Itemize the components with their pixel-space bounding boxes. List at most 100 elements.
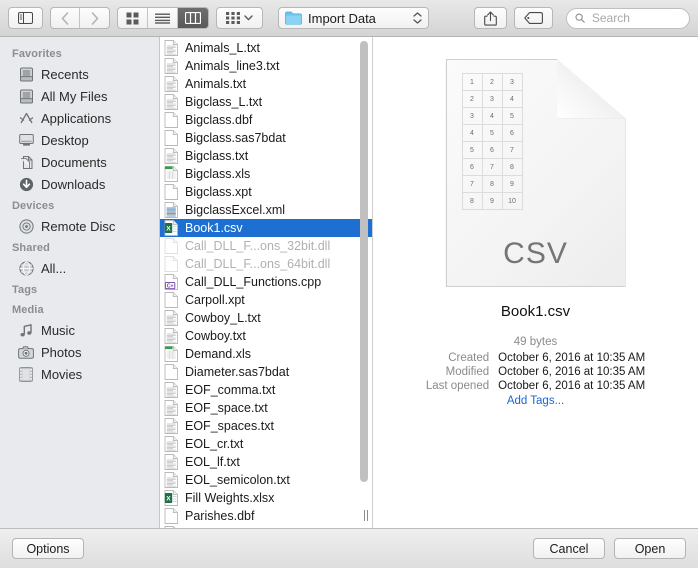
text-file-icon [164, 76, 179, 92]
column-view-button[interactable] [178, 8, 208, 28]
file-list-item[interactable]: Bigclass.txt [160, 147, 372, 165]
file-list-item[interactable]: Cowboy_L.txt [160, 309, 372, 327]
sidebar-item-all[interactable]: All... [0, 257, 159, 279]
file-list-item[interactable]: Parishes.shp [160, 525, 372, 528]
text-file-icon [164, 58, 179, 74]
sidebar-item-music[interactable]: Music [0, 319, 159, 341]
sidebar-item-label: All... [41, 260, 67, 276]
text-file-icon [164, 472, 179, 488]
sidebar-item-recents[interactable]: Recents [0, 63, 159, 85]
sidebar-item-documents[interactable]: Documents [0, 151, 159, 173]
column-scrollbar[interactable] [360, 41, 368, 516]
file-list-item[interactable]: Bigclass_L.txt [160, 93, 372, 111]
file-list-item[interactable]: BigclassExcel.xml [160, 201, 372, 219]
file-name-label: Fill Weights.xlsx [185, 491, 275, 505]
sidebar-item-movies[interactable]: Movies [0, 363, 159, 385]
file-list-item[interactable]: X Fill Weights.xlsx [160, 489, 372, 507]
scrollbar-thumb[interactable] [360, 41, 368, 482]
file-name-label: Bigclass.dbf [185, 113, 253, 127]
text-file-icon [164, 94, 179, 110]
file-list-item[interactable]: Bigclass.xpt [160, 183, 372, 201]
file-list-item[interactable]: EOF_spaces.txt [160, 417, 372, 435]
file-list-item[interactable]: Animals.txt [160, 75, 372, 93]
file-list-item[interactable]: EOF_space.txt [160, 399, 372, 417]
search-input[interactable] [589, 10, 682, 26]
preview-mini-grid: 1 2 3 2 3 4 3 4 5 4 5 6 5 6 7 6 7 8 7 8 9 8 9 10 [461, 73, 523, 210]
list-view-button[interactable] [148, 8, 178, 28]
file-name-label: Cowboy.txt [185, 329, 246, 343]
mini-grid-cell: 2 [481, 73, 503, 91]
file-name-label: Call_DLL_F...ons_64bit.dll [185, 257, 331, 271]
file-list-item[interactable]: Bigclass.dbf [160, 111, 372, 129]
file-list-item[interactable]: Animals_L.txt [160, 39, 372, 57]
file-name-label: Bigclass_L.txt [185, 95, 263, 109]
open-button[interactable]: Open [614, 538, 686, 559]
sidebar-item-downloads[interactable]: Downloads [0, 173, 159, 195]
sidebar-item-remote-disc[interactable]: Remote Disc [0, 215, 159, 237]
arrange-icon [226, 12, 240, 24]
camera-icon [18, 344, 34, 360]
preview-pane: 1 2 3 2 3 4 3 4 5 4 5 6 5 6 7 6 7 8 7 8 9 8 9 10 CSV Book1.csv … [373, 37, 698, 528]
svg-text:C+: C+ [167, 283, 174, 289]
chevron-right-icon [91, 11, 98, 25]
column-view-icon [185, 12, 201, 24]
mini-grid-row: 567 [461, 141, 523, 159]
arrange-button[interactable] [216, 7, 263, 29]
forward-button[interactable] [80, 8, 109, 28]
metadata-key: Created [448, 352, 490, 364]
file-list-item[interactable]: Bigclass.xls [160, 165, 372, 183]
sidebar-item-photos[interactable]: Photos [0, 341, 159, 363]
sidebar-item-applications[interactable]: Applications [0, 107, 159, 129]
file-list-item[interactable]: EOL_lf.txt [160, 453, 372, 471]
text-file-icon [164, 328, 179, 344]
column-resize-grip[interactable] [361, 508, 371, 522]
file-list-item[interactable]: Parishes.dbf [160, 507, 372, 525]
file-name-label: BigclassExcel.xml [185, 203, 286, 217]
mini-grid-cell: 6 [461, 158, 483, 176]
text-file-icon [164, 454, 179, 470]
text-file-icon [164, 148, 179, 164]
file-list-item[interactable]: EOF_comma.txt [160, 381, 372, 399]
file-list-item[interactable]: Demand.xls [160, 345, 372, 363]
icon-view-button[interactable] [118, 8, 148, 28]
bottom-action-buttons: Cancel Open [533, 538, 686, 559]
file-list-item[interactable]: Cowboy.txt [160, 327, 372, 345]
search-field[interactable] [566, 7, 691, 29]
file-list-item[interactable]: C+ Call_DLL_Functions.cpp [160, 273, 372, 291]
file-name-label: Bigclass.xls [185, 167, 251, 181]
add-tags-link[interactable]: Add Tags... [373, 395, 698, 407]
sidebar-item-label: Recents [41, 66, 89, 82]
file-list-item[interactable]: Diameter.sas7bdat [160, 363, 372, 381]
preview-file-name: Book1.csv [500, 303, 571, 320]
sidebar-item-all-my-files[interactable]: All My Files [0, 85, 159, 107]
mini-grid-cell: 6 [501, 124, 523, 142]
file-name-label: Demand.xls [185, 347, 251, 361]
options-button[interactable]: Options [12, 538, 84, 559]
sidebar-item-desktop[interactable]: Desktop [0, 129, 159, 151]
file-name-label: Animals.txt [185, 77, 247, 91]
xml-file-icon [164, 202, 179, 218]
file-name-label: EOL_semicolon.txt [185, 473, 290, 487]
path-stepper-arrows [413, 12, 422, 24]
sidebar-item-label: Photos [41, 344, 82, 360]
file-list-item[interactable]: Carpoll.xpt [160, 291, 372, 309]
file-list-item[interactable]: X Book1.csv [160, 219, 372, 237]
file-name-label: EOL_lf.txt [185, 455, 240, 469]
file-list-item: Call_DLL_F...ons_64bit.dll [160, 255, 372, 273]
mini-grid-cell: 7 [481, 158, 503, 176]
back-button[interactable] [51, 8, 80, 28]
file-list-item[interactable]: EOL_semicolon.txt [160, 471, 372, 489]
sidebar-toggle-button[interactable] [8, 7, 43, 29]
documents-icon [18, 154, 34, 170]
tag-button[interactable] [514, 7, 554, 29]
mini-grid-cell: 4 [501, 90, 523, 108]
path-popup-button[interactable]: Import Data [278, 7, 429, 29]
file-list-item[interactable]: Bigclass.sas7bdat [160, 129, 372, 147]
file-list-item[interactable]: Animals_line3.txt [160, 57, 372, 75]
file-list-item[interactable]: EOL_cr.txt [160, 435, 372, 453]
cancel-button[interactable]: Cancel [533, 538, 605, 559]
list-view-icon [155, 13, 170, 24]
mini-grid-cell: 5 [481, 124, 503, 142]
toolbar: Import Data [0, 0, 698, 37]
share-button[interactable] [474, 7, 508, 29]
